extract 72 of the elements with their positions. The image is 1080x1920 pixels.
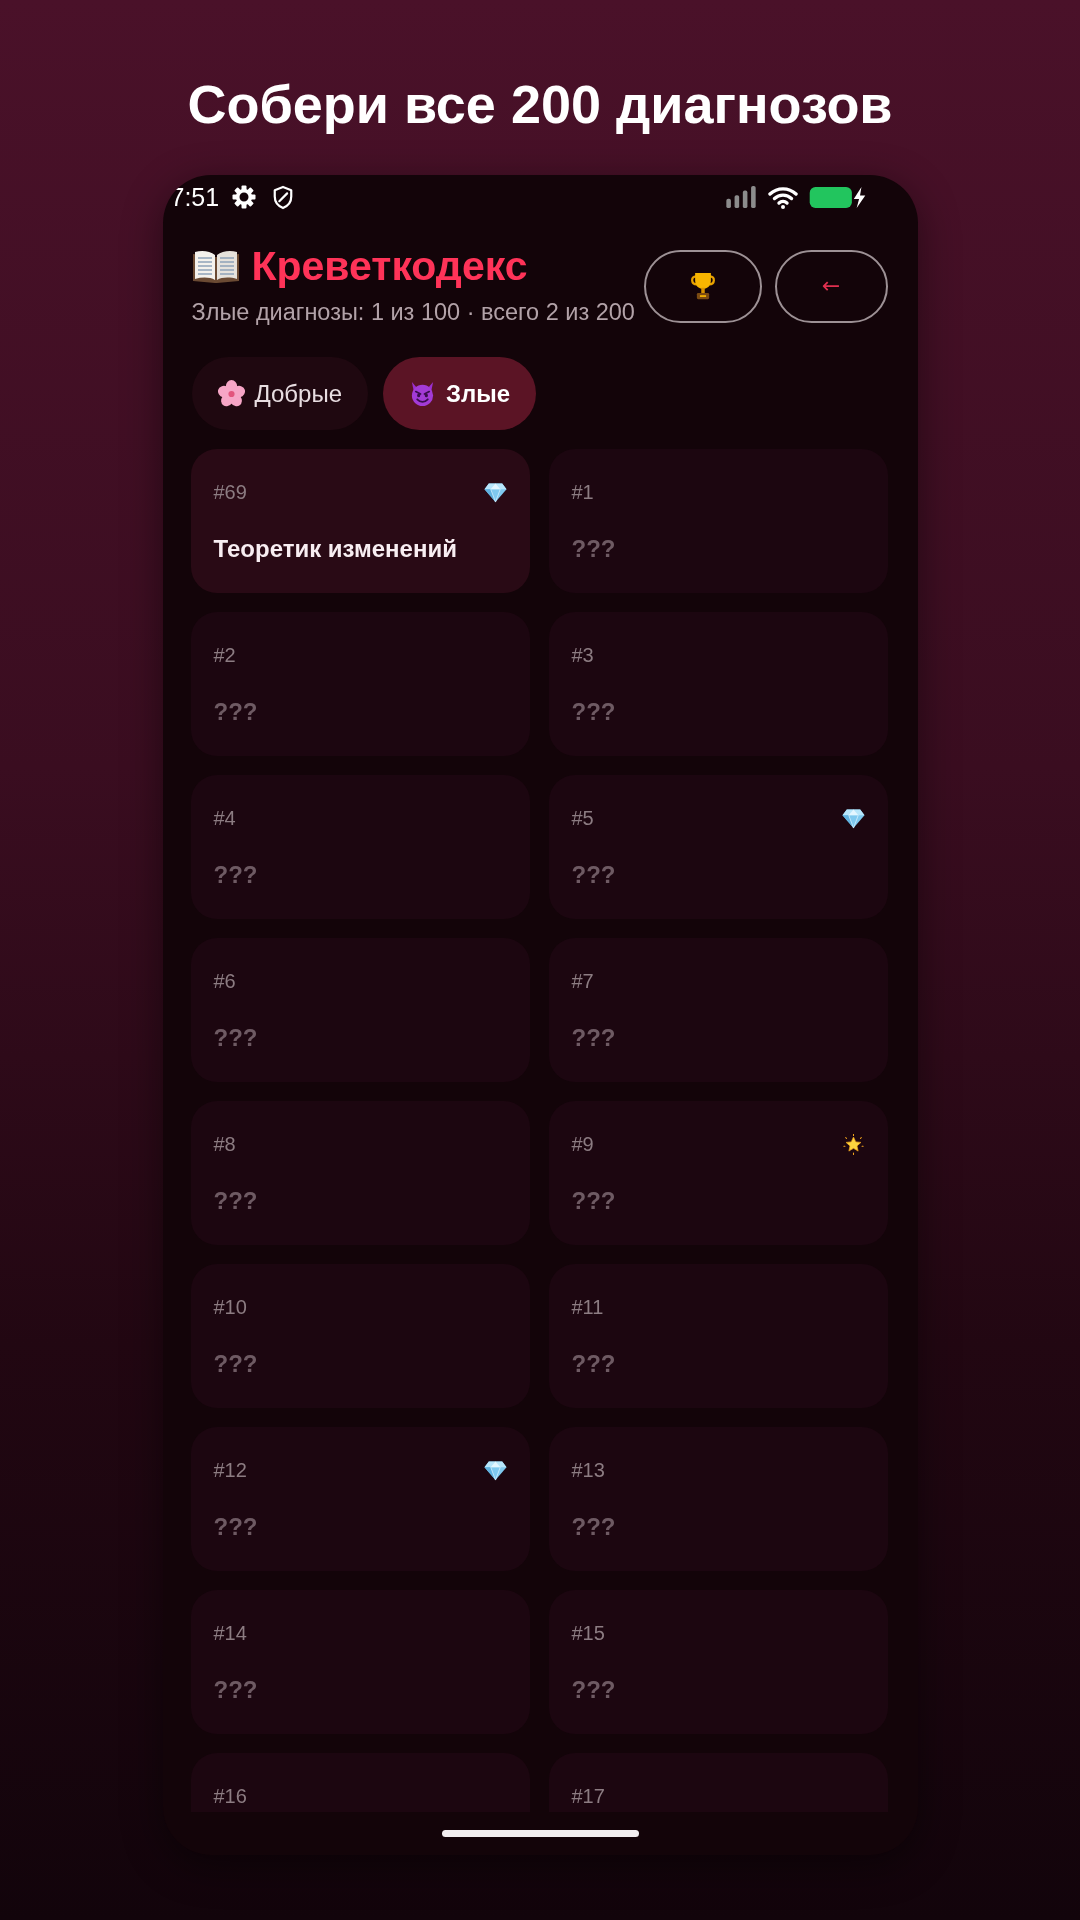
- gem-icon: [483, 1459, 507, 1481]
- diagnosis-card[interactable]: #69 Теоретик изменений: [190, 449, 530, 593]
- card-name: ???: [213, 1675, 258, 1705]
- card-number: #16: [213, 1784, 247, 1808]
- card-name: ???: [213, 860, 258, 890]
- diagnosis-card[interactable]: #2 ???: [190, 612, 530, 756]
- back-button[interactable]: ←: [774, 249, 888, 323]
- card-number: #6: [213, 969, 236, 993]
- card-number: #3: [571, 643, 594, 667]
- card-name: ???: [213, 1186, 258, 1216]
- card-number: #13: [571, 1458, 605, 1482]
- diagnosis-card[interactable]: #14 ???: [190, 1590, 530, 1734]
- card-number: #7: [571, 969, 594, 993]
- card-number: #17: [571, 1784, 605, 1808]
- card-name: ???: [213, 1512, 258, 1542]
- diagnosis-card[interactable]: #4 ???: [190, 775, 530, 919]
- settings-icon: [232, 185, 257, 209]
- shield-icon: [272, 184, 295, 210]
- card-name: ???: [571, 1023, 616, 1053]
- diagnosis-card[interactable]: #9 ???: [548, 1101, 888, 1245]
- gem-icon: [841, 807, 865, 829]
- card-number: #14: [213, 1621, 247, 1645]
- signal-icon: [724, 186, 757, 208]
- progress-subtitle: Злые диагнозы: 1 из 100 · всего 2 из 200: [191, 298, 635, 326]
- app-title: Креветкодекс: [251, 242, 528, 290]
- diagnosis-card[interactable]: #11 ???: [548, 1264, 888, 1408]
- diagnosis-card[interactable]: #10 ???: [190, 1264, 530, 1408]
- battery-charging-icon: [808, 185, 866, 209]
- card-name: Теоретик изменений: [213, 534, 457, 564]
- diagnosis-card[interactable]: #8 ???: [190, 1101, 530, 1245]
- card-number: #11: [571, 1295, 604, 1319]
- card-number: #15: [571, 1621, 605, 1645]
- category-tab[interactable]: Злые: [383, 357, 537, 430]
- card-name: ???: [571, 1675, 616, 1705]
- card-name: ???: [571, 534, 616, 564]
- diagnosis-card[interactable]: #7 ???: [548, 938, 888, 1082]
- diagnosis-card[interactable]: #6 ???: [190, 938, 530, 1082]
- diagnosis-card[interactable]: #1 ???: [548, 449, 888, 593]
- diagnosis-card[interactable]: #16: [190, 1753, 530, 1812]
- open-book-icon: [191, 248, 240, 284]
- card-number: #12: [213, 1458, 247, 1482]
- diagnosis-card[interactable]: #12 ???: [190, 1427, 530, 1571]
- gem-icon: [483, 481, 507, 503]
- diagnosis-card[interactable]: #3 ???: [548, 612, 888, 756]
- card-number: #5: [571, 806, 594, 830]
- card-number: #4: [213, 806, 236, 830]
- diagnosis-card[interactable]: #5 ???: [548, 775, 888, 919]
- card-name: ???: [213, 697, 258, 727]
- card-name: ???: [571, 1349, 616, 1379]
- category-tab[interactable]: Добрые: [191, 357, 369, 430]
- diagnosis-card[interactable]: #17: [548, 1753, 888, 1812]
- headline: Собери все 200 диагнозов: [187, 74, 893, 134]
- glowing-star-icon: [841, 1133, 865, 1155]
- card-number: #9: [571, 1132, 594, 1156]
- trophy-icon: [688, 271, 717, 301]
- card-name: ???: [213, 1349, 258, 1379]
- blossom-icon: [217, 380, 245, 407]
- diagnosis-card[interactable]: #15 ???: [548, 1590, 888, 1734]
- status-time: 7:51: [170, 182, 220, 212]
- card-name: ???: [571, 860, 616, 890]
- wifi-icon: [767, 185, 798, 209]
- trophy-button[interactable]: [643, 249, 762, 323]
- card-number: #2: [213, 643, 236, 667]
- card-number: #69: [213, 480, 247, 504]
- diagnosis-card[interactable]: #13 ???: [548, 1427, 888, 1571]
- card-name: ???: [571, 1512, 616, 1542]
- card-number: #10: [213, 1295, 247, 1319]
- card-name: ???: [571, 1186, 616, 1216]
- card-number: #1: [571, 480, 594, 504]
- card-name: ???: [213, 1023, 258, 1053]
- card-name: ???: [571, 697, 616, 727]
- card-number: #8: [213, 1132, 236, 1156]
